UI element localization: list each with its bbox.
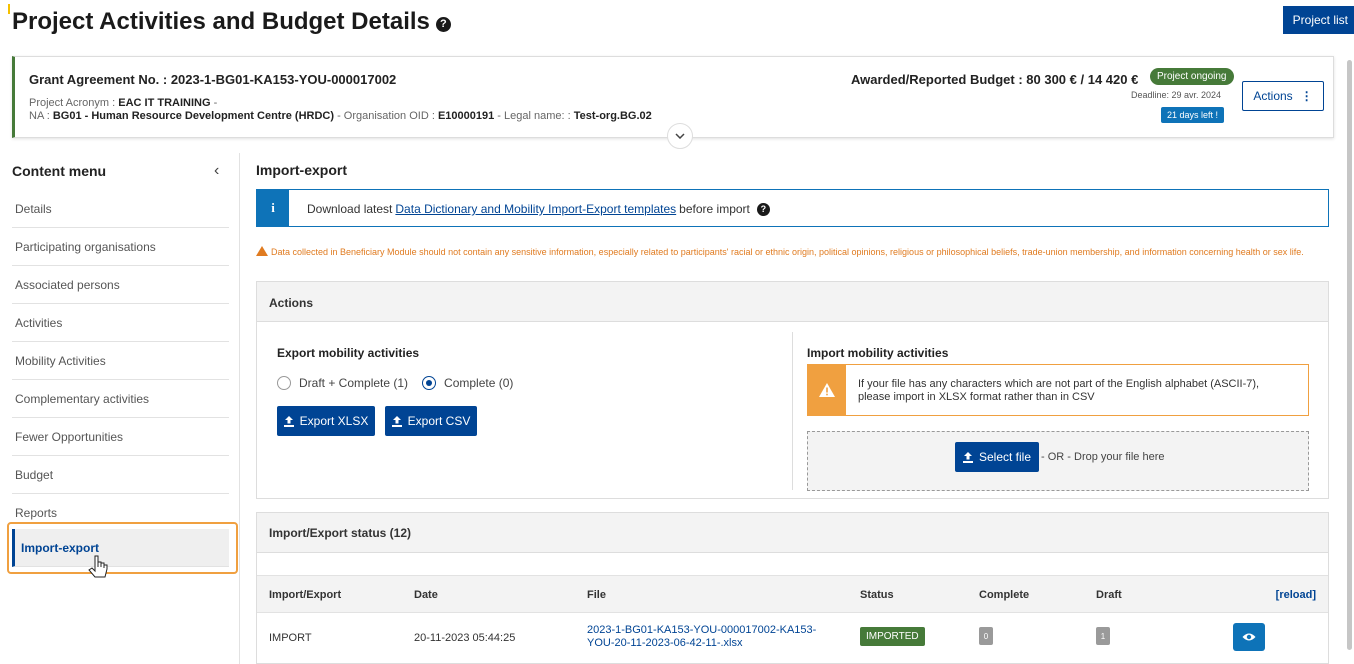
deadline-text: Deadline: 29 avr. 2024	[1131, 90, 1222, 100]
highlight-frame	[7, 522, 238, 574]
complete-count: 0	[979, 627, 993, 645]
budget-summary: Awarded/Reported Budget : 80 300 € / 14 …	[851, 72, 1139, 87]
help-icon[interactable]: ?	[435, 16, 451, 32]
info-banner: i Download latest Data Dictionary and Mo…	[256, 189, 1329, 227]
menu-header: Content menu	[12, 163, 107, 179]
column-header: File	[587, 589, 606, 601]
expand-button[interactable]	[667, 123, 693, 149]
sidebar-item-participating-organisations[interactable]: Participating organisations	[12, 228, 229, 266]
export-csv-button[interactable]: Export CSV	[385, 406, 477, 436]
eye-icon	[1242, 633, 1256, 641]
grant-number: Grant Agreement No. : 2023-1-BG01-KA153-…	[29, 72, 397, 87]
select-file-button[interactable]: Select file	[955, 442, 1039, 472]
status-badge: Project ongoing	[1150, 68, 1234, 85]
sensitive-data-warning: Data collected in Beneficiary Module sho…	[256, 246, 1336, 258]
column-header: Status	[860, 589, 894, 601]
import-title: Import mobility activities	[807, 346, 949, 360]
content-menu: Content menu ‹ Details Participating org…	[0, 153, 240, 664]
reload-link[interactable]: [reload]	[1276, 589, 1316, 601]
column-header: Date	[414, 589, 438, 601]
file-link[interactable]: 2023-1-BG01-KA153-YOU-000017002-KA153- Y…	[587, 624, 857, 650]
column-header: Complete	[979, 589, 1030, 601]
column-header: Import/Export	[269, 589, 342, 601]
upload-icon	[283, 415, 294, 427]
export-title: Export mobility activities	[277, 346, 420, 360]
sidebar-item-complementary-activities[interactable]: Complementary activities	[12, 380, 229, 418]
radio-draft-complete[interactable]	[277, 376, 291, 390]
chevron-down-icon	[675, 133, 685, 139]
sidebar-item-details[interactable]: Details	[12, 190, 229, 228]
help-icon[interactable]: ?	[756, 202, 770, 216]
chevron-left-icon[interactable]: ‹	[214, 162, 219, 180]
sidebar-item-activities[interactable]: Activities	[12, 304, 229, 342]
panel-divider	[792, 332, 793, 490]
section-title: Import-export	[256, 162, 347, 178]
status-panel: Import/Export status (12) Import/Export …	[256, 512, 1329, 664]
view-button[interactable]	[1233, 623, 1265, 651]
scrollbar-thumb[interactable]	[1347, 60, 1352, 650]
table-header: Import/Export Date File Status Complete …	[257, 575, 1328, 613]
status-badge: IMPORTED	[860, 627, 925, 646]
sidebar-item-mobility-activities[interactable]: Mobility Activities	[12, 342, 229, 380]
sidebar-item-associated-persons[interactable]: Associated persons	[12, 266, 229, 304]
info-icon: i	[257, 190, 289, 226]
warning-icon	[819, 383, 835, 397]
upload-icon	[391, 415, 402, 427]
grant-card: Grant Agreement No. : 2023-1-BG01-KA153-…	[12, 56, 1334, 149]
export-filter: Draft + Complete (1) Complete (0)	[277, 376, 513, 390]
upload-icon	[962, 451, 973, 463]
radio-complete[interactable]	[422, 376, 437, 390]
project-acronym: Project Acronym : EAC IT TRAINING -	[29, 97, 218, 109]
ascii-warning: If your file has any characters which ar…	[807, 364, 1309, 416]
draft-count: 1	[1096, 627, 1110, 645]
export-xlsx-button[interactable]: Export XLSX	[277, 406, 375, 436]
sidebar-item-budget[interactable]: Budget	[12, 456, 229, 494]
warning-icon	[256, 246, 268, 256]
kebab-icon: ⋮	[1300, 89, 1313, 103]
accent-mark	[8, 4, 10, 14]
column-header: Draft	[1096, 589, 1122, 601]
project-list-button[interactable]: Project list	[1282, 6, 1354, 34]
templates-link[interactable]: Data Dictionary and Mobility Import-Expo…	[395, 202, 676, 216]
drop-hint: - OR - Drop your file here	[1041, 451, 1165, 463]
file-drop-zone[interactable]: Select file - OR - Drop your file here	[807, 431, 1309, 491]
actions-button[interactable]: Actions ⋮	[1242, 81, 1324, 111]
status-panel-header: Import/Export status (12)	[257, 513, 1328, 553]
actions-panel: Actions Export mobility activities Draft…	[256, 281, 1329, 499]
page-title: Project Activities and Budget Details ?	[12, 8, 451, 36]
sidebar-item-fewer-opportunities[interactable]: Fewer Opportunities	[12, 418, 229, 456]
days-left-badge: 21 days left !	[1161, 107, 1225, 123]
mouse-pointer-icon	[88, 555, 108, 578]
organisation-info: NA : BG01 - Human Resource Development C…	[29, 110, 652, 122]
actions-panel-header: Actions	[257, 282, 1328, 322]
